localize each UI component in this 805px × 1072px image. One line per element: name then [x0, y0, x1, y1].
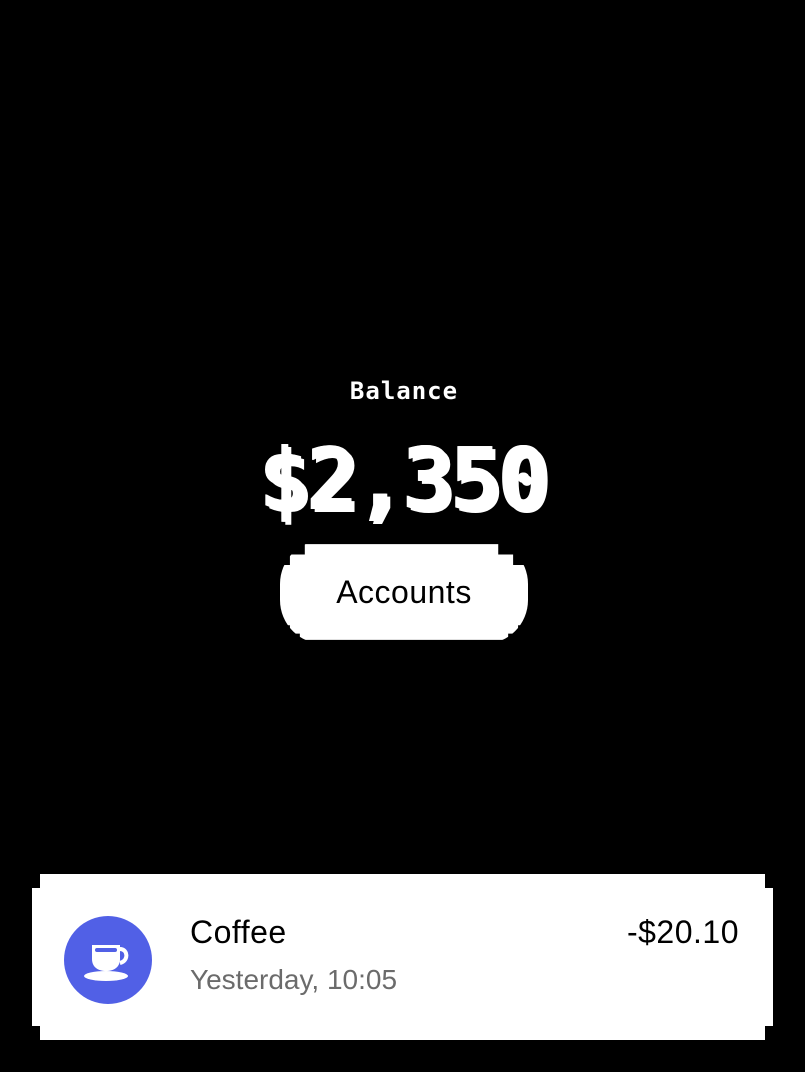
transaction-icon-circle [64, 916, 152, 1004]
accounts-button[interactable]: Accounts [280, 544, 528, 640]
transaction-timestamp: Yesterday, 10:05 [190, 964, 398, 995]
balance-label: Balance [349, 377, 459, 405]
coffee-cup-icon [82, 937, 134, 983]
transaction-amount: -$20.10 [626, 914, 739, 950]
transaction-card[interactable]: Coffee Yesterday, 10:05 -$20.10 [32, 874, 773, 1040]
balance-amount: $2,350 [259, 430, 550, 530]
transaction-title: Coffee [190, 914, 287, 950]
